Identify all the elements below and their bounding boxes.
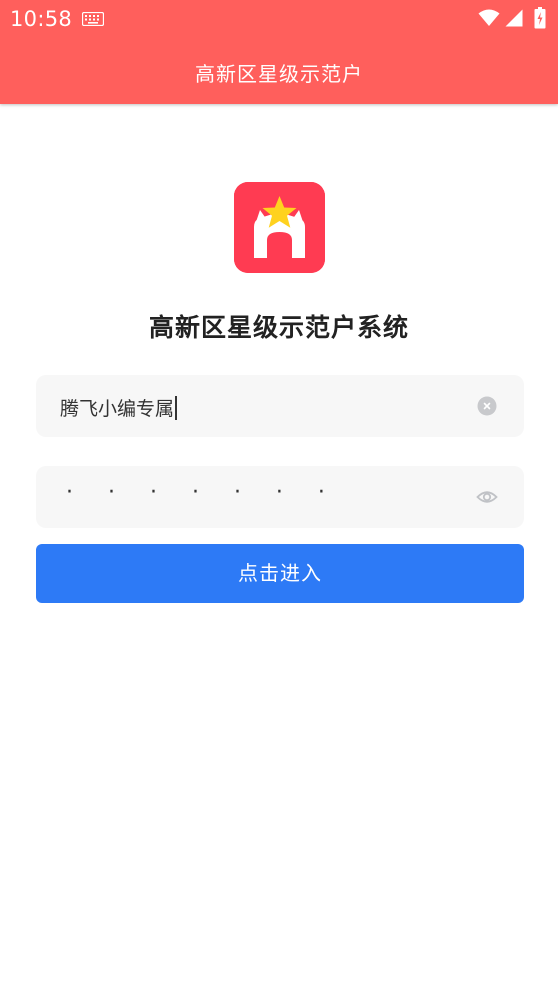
system-title: 高新区星级示范户系统 bbox=[148, 313, 409, 342]
username-field[interactable]: 腾飞小编专属 bbox=[36, 375, 524, 437]
username-input[interactable]: 腾飞小编专属 bbox=[60, 394, 177, 421]
header-title: 高新区星级示范户 bbox=[195, 62, 363, 86]
keyboard-icon bbox=[82, 12, 104, 26]
battery-icon bbox=[534, 7, 546, 29]
password-input[interactable]: · · · · · · · bbox=[66, 480, 339, 505]
status-time: 10:58 bbox=[10, 7, 73, 31]
wifi-icon bbox=[478, 9, 500, 26]
status-bar: 10:58 bbox=[0, 0, 558, 38]
signal-icon bbox=[505, 9, 523, 27]
text-cursor bbox=[175, 396, 177, 420]
eye-icon[interactable] bbox=[476, 487, 498, 507]
enter-button[interactable]: 点击进入 bbox=[36, 544, 524, 603]
clear-icon[interactable] bbox=[477, 396, 497, 416]
app-header: 10:58 高新区星级示范户 bbox=[0, 0, 558, 104]
password-field[interactable]: · · · · · · · bbox=[36, 466, 524, 528]
app-logo bbox=[234, 182, 325, 273]
star-house-icon bbox=[234, 182, 325, 273]
